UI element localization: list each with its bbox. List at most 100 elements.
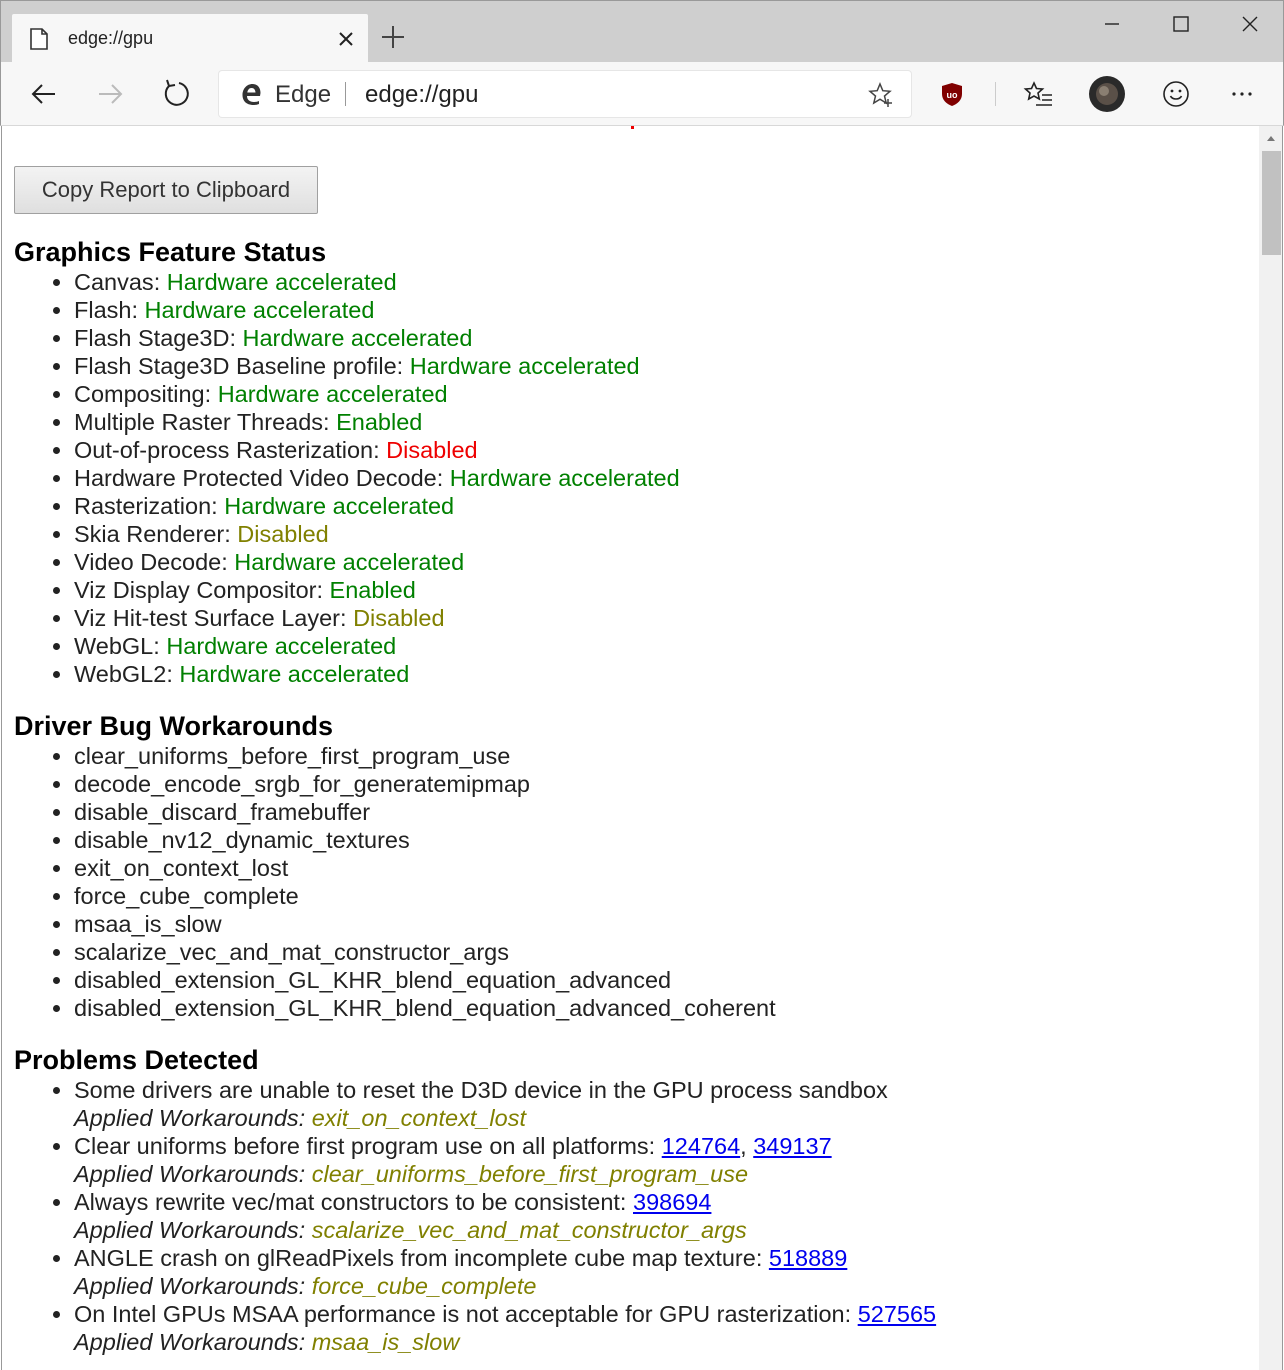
applied-workarounds-label: Applied Workarounds: <box>74 1217 306 1243</box>
bug-link[interactable]: 518889 <box>769 1245 847 1271</box>
workaround-item: clear_uniforms_before_first_program_use <box>74 742 1244 770</box>
problem-description: ANGLE crash on glReadPixels from incompl… <box>74 1245 763 1271</box>
profile-button[interactable] <box>1088 75 1126 113</box>
favorites-button[interactable] <box>1020 75 1058 113</box>
svg-text:uo: uo <box>947 90 958 100</box>
problem-item: Clear uniforms before first program use … <box>74 1132 1244 1188</box>
active-tab[interactable]: edge://gpu <box>12 14 368 64</box>
feature-name: Hardware Protected Video Decode <box>74 465 437 491</box>
feature-name: Flash Stage3D <box>74 325 230 351</box>
minimize-icon[interactable] <box>1089 7 1135 41</box>
bug-link[interactable]: 124764 <box>662 1133 740 1159</box>
feature-status-value: Hardware accelerated <box>224 493 455 519</box>
feature-name: WebGL <box>74 633 154 659</box>
problems-list: Some drivers are unable to reset the D3D… <box>74 1076 1244 1356</box>
feature-status-item: Viz Display Compositor: Enabled <box>74 576 1244 604</box>
applied-workaround-name: clear_uniforms_before_first_program_use <box>311 1161 749 1187</box>
page-top-mark <box>631 126 634 129</box>
problem-item: Some drivers are unable to reset the D3D… <box>74 1076 1244 1132</box>
workaround-item: disabled_extension_GL_KHR_blend_equation… <box>74 994 1244 1022</box>
bug-link[interactable]: 527565 <box>858 1301 936 1327</box>
feature-status-item: Multiple Raster Threads: Enabled <box>74 408 1244 436</box>
feature-status-item: Rasterization: Hardware accelerated <box>74 492 1244 520</box>
navigation-toolbar: Edge edge://gpu uo <box>0 62 1284 126</box>
back-arrow-icon <box>31 84 55 104</box>
scroll-thumb[interactable] <box>1262 151 1281 255</box>
feature-status-value: Enabled <box>336 409 423 435</box>
more-ellipsis-icon <box>1232 92 1252 96</box>
feature-status-item: WebGL: Hardware accelerated <box>74 632 1244 660</box>
url-text[interactable]: edge://gpu <box>365 81 478 109</box>
applied-workarounds: Applied Workarounds: exit_on_context_los… <box>74 1105 526 1131</box>
tab-title: edge://gpu <box>68 28 154 48</box>
applied-workarounds: Applied Workarounds: force_cube_complete <box>74 1273 536 1299</box>
ublock-extension-button[interactable]: uo <box>933 75 971 113</box>
address-separator <box>345 82 346 106</box>
feature-name: Rasterization <box>74 493 212 519</box>
feature-name: Skia Renderer <box>74 521 225 547</box>
feature-status-value: Hardware accelerated <box>166 633 397 659</box>
settings-more-button[interactable] <box>1223 75 1261 113</box>
feature-name: Video Decode <box>74 549 222 575</box>
feature-status-item: WebGL2: Hardware accelerated <box>74 660 1244 688</box>
tab-strip: edge://gpu <box>0 0 1284 64</box>
bug-link[interactable]: 349137 <box>753 1133 831 1159</box>
feature-status-item: Flash Stage3D Baseline profile: Hardware… <box>74 352 1244 380</box>
applied-workarounds: Applied Workarounds: scalarize_vec_and_m… <box>74 1217 747 1243</box>
feature-status-value: Hardware accelerated <box>234 549 465 575</box>
copy-report-button[interactable]: Copy Report to Clipboard <box>14 166 318 214</box>
bug-link[interactable]: 398694 <box>633 1189 711 1215</box>
feature-status-item: Out-of-process Rasterization: Disabled <box>74 436 1244 464</box>
problem-item: On Intel GPUs MSAA performance is not ac… <box>74 1300 1244 1356</box>
feature-status-value: Disabled <box>353 605 445 631</box>
problem-item: ANGLE crash on glReadPixels from incompl… <box>74 1244 1244 1300</box>
refresh-button[interactable] <box>157 75 195 113</box>
applied-workarounds: Applied Workarounds: clear_uniforms_befo… <box>74 1161 748 1187</box>
back-button[interactable] <box>25 75 63 113</box>
add-favorite-star-icon[interactable] <box>867 81 895 109</box>
close-tab-icon[interactable] <box>334 27 358 51</box>
toolbar-separator <box>995 82 996 106</box>
workaround-item: scalarize_vec_and_mat_constructor_args <box>74 938 1244 966</box>
applied-workaround-name: scalarize_vec_and_mat_constructor_args <box>311 1217 747 1243</box>
vertical-scrollbar[interactable] <box>1259 126 1283 1370</box>
site-identity: Edge <box>275 81 332 108</box>
address-bar[interactable]: Edge edge://gpu <box>219 71 911 117</box>
feature-status-value: Disabled <box>237 521 329 547</box>
feature-status-value: Hardware accelerated <box>217 381 448 407</box>
feature-status-item: Viz Hit-test Surface Layer: Disabled <box>74 604 1244 632</box>
feature-status-value: Hardware accelerated <box>166 269 397 295</box>
close-window-icon[interactable] <box>1227 7 1273 41</box>
feature-status-value: Hardware accelerated <box>242 325 473 351</box>
new-tab-icon[interactable] <box>379 23 407 51</box>
feature-status-value: Hardware accelerated <box>449 465 680 491</box>
favorites-star-list-icon <box>1023 81 1052 106</box>
feature-status-item: Video Decode: Hardware accelerated <box>74 548 1244 576</box>
workarounds-heading: Driver Bug Workarounds <box>14 711 334 741</box>
applied-workarounds: Applied Workarounds: msaa_is_slow <box>74 1329 459 1355</box>
workaround-item: msaa_is_slow <box>74 910 1244 938</box>
scroll-up-arrow-icon[interactable] <box>1259 126 1283 150</box>
applied-workarounds-label: Applied Workarounds: <box>74 1105 306 1131</box>
feedback-button[interactable] <box>1157 75 1195 113</box>
page-content: Copy Report to Clipboard Graphics Featur… <box>1 126 1259 1370</box>
feature-name: Compositing <box>74 381 205 407</box>
feature-status-list: Canvas: Hardware acceleratedFlash: Hardw… <box>74 268 1244 688</box>
feature-name: Viz Hit-test Surface Layer <box>74 605 341 631</box>
problem-item: Always rewrite vec/mat constructors to b… <box>74 1188 1244 1244</box>
feature-status-value: Enabled <box>329 577 416 603</box>
feature-status-value: Disabled <box>386 437 478 463</box>
applied-workarounds-label: Applied Workarounds: <box>74 1329 306 1355</box>
applied-workaround-name: exit_on_context_lost <box>311 1105 526 1131</box>
edge-logo-icon <box>242 84 261 105</box>
feature-name: Viz Display Compositor <box>74 577 317 603</box>
workaround-item: disable_nv12_dynamic_textures <box>74 826 1244 854</box>
applied-workaround-name: force_cube_complete <box>311 1273 537 1299</box>
smiley-feedback-icon <box>1163 81 1189 107</box>
refresh-icon <box>164 79 189 106</box>
maximize-icon[interactable] <box>1158 7 1204 41</box>
problem-description: Always rewrite vec/mat constructors to b… <box>74 1189 627 1215</box>
forward-button[interactable] <box>91 75 129 113</box>
feature-name: Out-of-process Rasterization <box>74 437 374 463</box>
workaround-item: disabled_extension_GL_KHR_blend_equation… <box>74 966 1244 994</box>
